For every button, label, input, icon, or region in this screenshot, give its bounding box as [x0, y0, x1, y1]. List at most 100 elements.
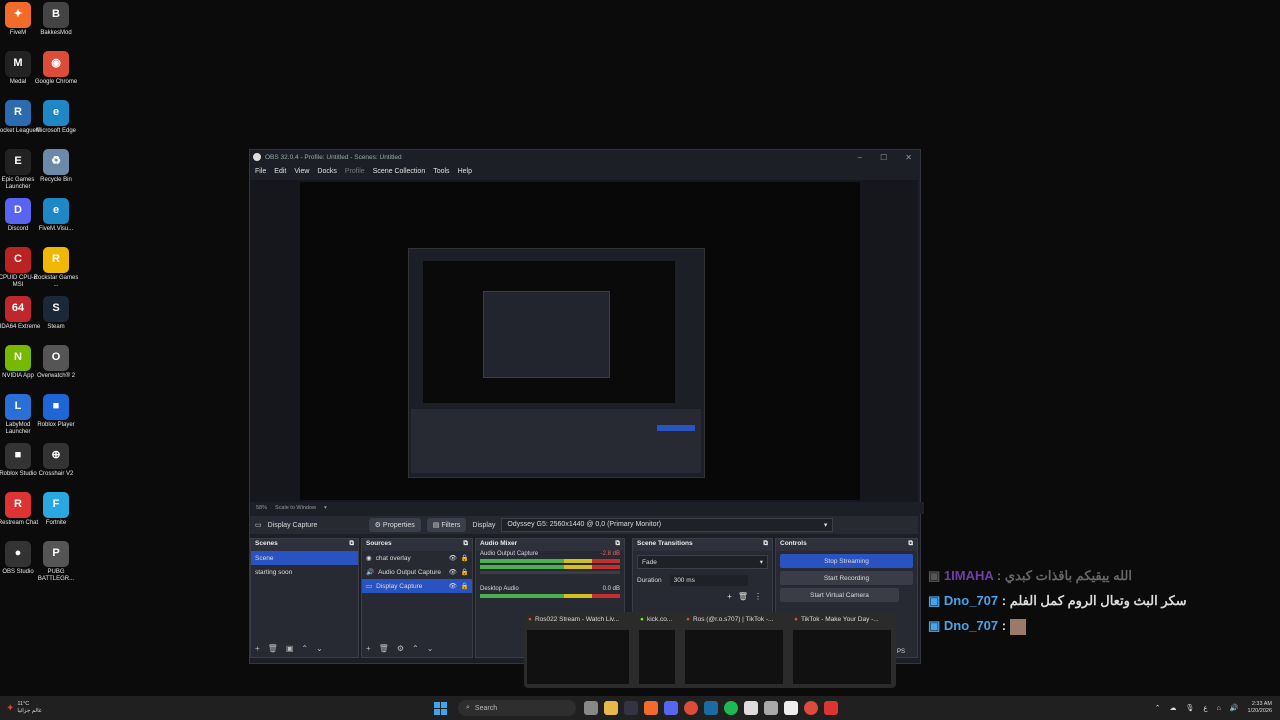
close-icon[interactable]: ✕: [905, 153, 912, 162]
chevron-up-icon[interactable]: ⌃: [1155, 704, 1161, 712]
stop-streaming-button[interactable]: Stop Streaming: [780, 554, 913, 568]
trash-icon[interactable]: 🗑: [379, 644, 389, 653]
discord-icon[interactable]: [664, 701, 678, 715]
desktop-icon[interactable]: e FiveM.Visu...: [33, 198, 79, 233]
volume-icon[interactable]: 🔊: [1230, 704, 1239, 712]
menu-item-scene-collection[interactable]: Scene Collection: [373, 168, 426, 175]
language-indicator[interactable]: ع: [1203, 704, 1207, 712]
scene-item[interactable]: starting soon: [251, 565, 358, 579]
desktop-icon[interactable]: e Microsoft Edge: [33, 100, 79, 135]
weather-widget[interactable]: ✦ 11°C غالم جزائيا: [0, 701, 96, 714]
taskbar-search[interactable]: ⌕ Search: [458, 700, 576, 716]
up-icon[interactable]: ⌃: [412, 644, 419, 653]
cloud-icon[interactable]: ☁: [1170, 704, 1177, 712]
dock-float-icon[interactable]: ⧉: [349, 540, 354, 551]
steam-icon[interactable]: [624, 701, 638, 715]
add-icon[interactable]: +: [366, 644, 371, 653]
window-thumbnail[interactable]: ● Ros (@r.o.s707) | TikTok -...: [682, 612, 786, 688]
source-item[interactable]: ▭ Display Capture 👁 🔒: [362, 579, 472, 593]
chrome-icon[interactable]: [684, 701, 698, 715]
duration-input[interactable]: 300 ms: [669, 575, 748, 586]
time: 2:33 AM: [1251, 700, 1272, 707]
obs-icon[interactable]: [744, 701, 758, 715]
filter-icon[interactable]: ▣: [286, 644, 294, 653]
dock-float-icon[interactable]: ⧉: [463, 540, 468, 551]
dock-float-icon[interactable]: ⧉: [908, 540, 913, 551]
gear-icon[interactable]: ⚙: [397, 644, 404, 653]
desktop-icon[interactable]: O Overwatch® 2: [33, 345, 79, 380]
source-item[interactable]: ◉ chat overlay 👁 🔒: [362, 551, 472, 565]
start-recording-button[interactable]: Start Recording: [780, 571, 913, 585]
scale-mode[interactable]: Scale to Window: [275, 505, 316, 511]
clock[interactable]: 2:33 AM 1/20/2026: [1248, 701, 1272, 715]
chat-separator: :: [1001, 618, 1007, 633]
trash-icon[interactable]: 🗑: [738, 592, 748, 601]
display-label: Display: [472, 521, 496, 529]
medal-icon[interactable]: [784, 701, 798, 715]
down-icon[interactable]: ⌄: [316, 644, 323, 653]
nested-desktop-capture: [300, 182, 860, 500]
eye-icon[interactable]: 👁: [449, 568, 457, 576]
source-item[interactable]: 🔊 Audio Output Capture 👁 🔒: [362, 565, 472, 579]
chat-text: سكر البث وتعال الروم كمل الفلم: [1009, 593, 1187, 608]
preview-canvas[interactable]: [300, 182, 860, 500]
file-explorer-icon[interactable]: [584, 701, 598, 715]
lock-icon[interactable]: 🔒: [461, 582, 469, 590]
lock-icon[interactable]: 🔒: [461, 554, 469, 562]
trash-icon[interactable]: 🗑: [268, 644, 278, 653]
steam-client-icon[interactable]: [704, 701, 718, 715]
desktop-icon[interactable]: ■ Roblox Player: [33, 394, 79, 429]
desktop-icon[interactable]: P PUBG BATTLEGR...: [33, 541, 79, 583]
menu-item-help[interactable]: Help: [458, 168, 472, 175]
lock-icon[interactable]: 🔒: [461, 568, 469, 576]
desktop-icon[interactable]: ◉ Google Chrome: [33, 51, 79, 86]
scene-item[interactable]: Scene: [251, 551, 358, 565]
eye-icon[interactable]: 👁: [449, 554, 457, 562]
desktop-icon[interactable]: F Fortnite: [33, 492, 79, 527]
menu-item-docks[interactable]: Docks: [317, 168, 336, 175]
up-icon[interactable]: ⌃: [301, 644, 308, 653]
desktop-icon[interactable]: B BakkesMod: [33, 2, 79, 37]
chevron-down-icon[interactable]: ▾: [324, 505, 327, 511]
add-icon[interactable]: +: [255, 644, 260, 653]
zoom-level[interactable]: 58%: [256, 505, 267, 511]
app-icon: R: [43, 247, 69, 273]
maximize-icon[interactable]: ☐: [880, 153, 887, 162]
volume-slider[interactable]: [480, 571, 620, 574]
window-thumbnail[interactable]: ● kick.co...: [636, 612, 678, 688]
properties-button[interactable]: ⚙ Properties: [368, 518, 421, 532]
desktop-icon[interactable]: ♻ Recycle Bin: [33, 149, 79, 184]
eye-icon[interactable]: 👁: [449, 582, 457, 590]
filters-button[interactable]: ▤ Filters: [426, 518, 467, 532]
transition-select[interactable]: Fade ▾: [637, 555, 768, 569]
add-icon[interactable]: +: [727, 592, 732, 601]
dock-float-icon[interactable]: ⧉: [615, 540, 620, 551]
fivem-icon[interactable]: [644, 701, 658, 715]
menu-item-profile[interactable]: Profile: [345, 168, 365, 175]
more-icon[interactable]: ⋮: [754, 592, 762, 601]
desktop-icon[interactable]: R Rockstar Games ...: [33, 247, 79, 289]
window-thumbnail[interactable]: ● Ros022 Stream - Watch Liv...: [524, 612, 632, 688]
menu-item-edit[interactable]: Edit: [274, 168, 286, 175]
display-select[interactable]: Odyssey G5: 2560x1440 @ 0,0 (Primary Mon…: [501, 518, 834, 532]
start-virtual-camera-button[interactable]: Start Virtual Camera: [780, 588, 899, 602]
desktop-icon[interactable]: S Steam: [33, 296, 79, 331]
windows-start-icon[interactable]: [434, 701, 447, 715]
minimize-icon[interactable]: –: [858, 153, 862, 162]
thumbnail-title: kick.co...: [646, 615, 673, 623]
network-icon[interactable]: ⌂: [1217, 705, 1221, 712]
menu-item-file[interactable]: File: [255, 168, 266, 175]
folder-icon[interactable]: [604, 701, 618, 715]
mic-icon[interactable]: 🎙: [1186, 704, 1195, 712]
menu-item-tools[interactable]: Tools: [433, 168, 449, 175]
spotify-icon[interactable]: [724, 701, 738, 715]
down-icon[interactable]: ⌄: [427, 644, 434, 653]
app-icon: ■: [5, 443, 31, 469]
dock-float-icon[interactable]: ⧉: [763, 540, 768, 551]
desktop-icon[interactable]: ⊕ Crosshair V2: [33, 443, 79, 478]
menu-item-view[interactable]: View: [294, 168, 309, 175]
crosshair-icon[interactable]: [764, 701, 778, 715]
restream-icon[interactable]: [824, 701, 838, 715]
chrome-alt-icon[interactable]: [804, 701, 818, 715]
window-thumbnail[interactable]: ● TikTok - Make Your Day -...: [790, 612, 894, 688]
